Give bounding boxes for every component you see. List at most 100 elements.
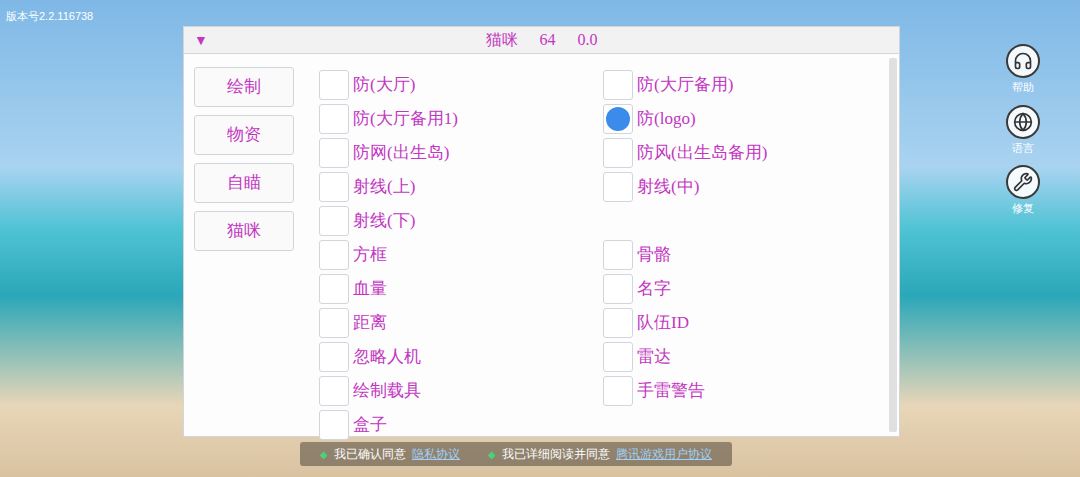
option-row[interactable]: 方框: [319, 238, 603, 272]
scrollbar[interactable]: [889, 58, 897, 432]
side-button-label: 修复: [1012, 200, 1034, 217]
option-label: 防网(出生岛): [353, 140, 449, 166]
side-button[interactable]: 修复: [1006, 165, 1040, 217]
agreement-item[interactable]: ◆我已详细阅读并同意腾讯游戏用户协议: [488, 445, 712, 463]
menu-body: 绘制物资自瞄猫咪 防(大厅) 防(大厅备用) 防(大厅备用1) 防(logo) 防网(出生…: [184, 54, 899, 436]
option-label: 名字: [637, 276, 671, 302]
collapse-toggle[interactable]: ▼: [194, 30, 208, 51]
tab-button[interactable]: 绘制: [194, 67, 294, 107]
option-pair: 绘制载具 手雷警告: [319, 374, 889, 408]
option-row[interactable]: 名字: [603, 272, 889, 306]
option-label: 防(logo): [637, 106, 696, 132]
option-row[interactable]: 忽略人机: [319, 340, 603, 374]
option-pair: 忽略人机 雷达: [319, 340, 889, 374]
checkbox[interactable]: [603, 376, 633, 406]
checkbox[interactable]: [603, 240, 633, 270]
option-pair: 盒子: [319, 408, 889, 442]
checkbox[interactable]: [319, 342, 349, 372]
side-button[interactable]: 帮助: [1006, 44, 1040, 96]
option-row[interactable]: 防风(出生岛备用): [603, 136, 889, 170]
agreement-bar: ◆我已确认同意隐私协议 ◆我已详细阅读并同意腾讯游戏用户协议: [300, 442, 732, 466]
option-label: 手雷警告: [637, 378, 705, 404]
option-row[interactable]: 防(大厅备用1): [319, 102, 603, 136]
checkbox[interactable]: [603, 138, 633, 168]
checkbox[interactable]: [319, 240, 349, 270]
checkbox[interactable]: [603, 308, 633, 338]
tab-list: 绘制物资自瞄猫咪: [184, 54, 319, 436]
version-label: 版本号2.2.116738: [6, 8, 93, 25]
option-label: 射线(上): [353, 174, 415, 200]
option-row[interactable]: 距离: [319, 306, 603, 340]
checkbox[interactable]: [319, 172, 349, 202]
option-pair: 射线(下): [319, 204, 889, 238]
option-pair: 距离 队伍ID: [319, 306, 889, 340]
option-row[interactable]: 防(大厅备用): [603, 68, 889, 102]
checkbox[interactable]: [603, 342, 633, 372]
checkbox[interactable]: [603, 172, 633, 202]
tab-button[interactable]: 自瞄: [194, 163, 294, 203]
option-row[interactable]: 雷达: [603, 340, 889, 374]
agreement-item[interactable]: ◆我已确认同意隐私协议: [320, 445, 460, 463]
option-pair: 方框 骨骼: [319, 238, 889, 272]
side-button-label: 帮助: [1012, 79, 1034, 96]
title-bar[interactable]: ▼猫咪640.0: [184, 27, 899, 54]
checkbox[interactable]: [603, 274, 633, 304]
side-button-icon: [1006, 105, 1040, 139]
side-button[interactable]: 语言: [1006, 105, 1040, 157]
checkbox[interactable]: [319, 410, 349, 440]
checkbox[interactable]: [319, 104, 349, 134]
checkbox[interactable]: [319, 70, 349, 100]
option-row[interactable]: 队伍ID: [603, 306, 889, 340]
option-row[interactable]: 骨骼: [603, 238, 889, 272]
option-label: 射线(中): [637, 174, 699, 200]
option-label: 盒子: [353, 412, 387, 438]
option-label: 血量: [353, 276, 387, 302]
checkbox[interactable]: [319, 274, 349, 304]
option-list: 防(大厅) 防(大厅备用) 防(大厅备用1) 防(logo) 防网(出生岛) 防风(出生岛…: [319, 54, 889, 436]
option-pair: 防(大厅备用1) 防(logo): [319, 102, 889, 136]
option-label: 射线(下): [353, 208, 415, 234]
tab-button[interactable]: 物资: [194, 115, 294, 155]
side-button-icon: [1006, 165, 1040, 199]
cheat-menu-window[interactable]: ▼猫咪640.0绘制物资自瞄猫咪防(大厅)防(大厅备用)防(大厅备用1)防(lo…: [183, 26, 900, 437]
agreement-bullet: ◆: [320, 447, 328, 462]
option-row[interactable]: 绘制载具: [319, 374, 603, 408]
option-row[interactable]: 射线(中): [603, 170, 889, 204]
side-buttons: 帮助语言修复: [1006, 44, 1040, 217]
option-label: 绘制载具: [353, 378, 421, 404]
option-label: 防(大厅备用): [637, 72, 733, 98]
option-label: 防(大厅): [353, 72, 415, 98]
title: 猫咪640.0: [184, 28, 899, 52]
option-row[interactable]: 防(logo): [603, 102, 889, 136]
option-row[interactable]: 防(大厅): [319, 68, 603, 102]
option-pair: 血量 名字: [319, 272, 889, 306]
option-pair: 射线(上) 射线(中): [319, 170, 889, 204]
radio-box[interactable]: [603, 104, 633, 134]
option-row[interactable]: 射线(下): [319, 204, 603, 238]
side-button-icon: [1006, 44, 1040, 78]
checkbox[interactable]: [319, 138, 349, 168]
checkbox[interactable]: [319, 376, 349, 406]
option-label: 距离: [353, 310, 387, 336]
agreement-link[interactable]: 隐私协议: [412, 445, 460, 463]
option-row[interactable]: 射线(上): [319, 170, 603, 204]
tab-button[interactable]: 猫咪: [194, 211, 294, 251]
option-row[interactable]: 防网(出生岛): [319, 136, 603, 170]
option-label: 雷达: [637, 344, 671, 370]
checkbox[interactable]: [603, 70, 633, 100]
option-pair: 防网(出生岛) 防风(出生岛备用): [319, 136, 889, 170]
agreement-bullet: ◆: [488, 447, 496, 462]
option-label: 方框: [353, 242, 387, 268]
option-row[interactable]: 血量: [319, 272, 603, 306]
radio-dot: [606, 107, 630, 131]
checkbox[interactable]: [319, 308, 349, 338]
option-label: 队伍ID: [637, 310, 689, 336]
option-label: 防(大厅备用1): [353, 106, 458, 132]
checkbox[interactable]: [319, 206, 349, 236]
screen: 版本号2.2.116738▼猫咪640.0绘制物资自瞄猫咪防(大厅)防(大厅备用…: [0, 0, 1080, 477]
agreement-link[interactable]: 腾讯游戏用户协议: [616, 445, 712, 463]
option-pair: 防(大厅) 防(大厅备用): [319, 68, 889, 102]
side-button-label: 语言: [1012, 140, 1034, 157]
option-row[interactable]: 手雷警告: [603, 374, 889, 408]
option-row[interactable]: 盒子: [319, 408, 603, 442]
